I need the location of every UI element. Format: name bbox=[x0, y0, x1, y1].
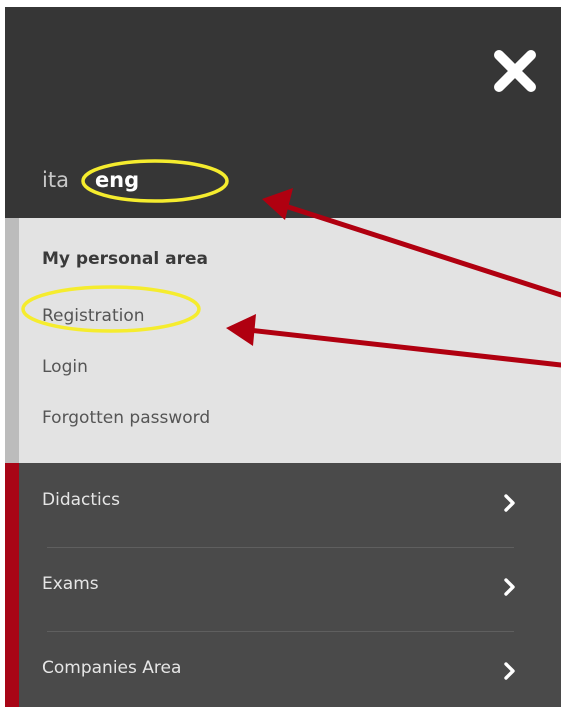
chevron-right-icon bbox=[503, 493, 517, 513]
nav-item-didactics[interactable]: Didactics bbox=[19, 463, 561, 545]
language-option-ita[interactable]: ita bbox=[42, 166, 69, 194]
close-icon bbox=[494, 50, 536, 92]
language-switcher: ita eng bbox=[42, 166, 139, 194]
registration-link[interactable]: Registration bbox=[42, 306, 145, 326]
nav-item-exams[interactable]: Exams bbox=[19, 547, 561, 629]
language-option-eng[interactable]: eng bbox=[95, 166, 139, 194]
menu-header: ita eng bbox=[5, 7, 561, 218]
chevron-right-icon bbox=[503, 577, 517, 597]
nav-item-companies-area[interactable]: Companies Area bbox=[19, 631, 561, 713]
personal-area-section: My personal area Registration Login Forg… bbox=[5, 218, 561, 463]
side-menu: ita eng My personal area Registration Log… bbox=[5, 7, 561, 707]
chevron-right-icon bbox=[503, 661, 517, 681]
personal-area-bar bbox=[5, 218, 19, 463]
forgotten-password-link[interactable]: Forgotten password bbox=[42, 408, 210, 428]
nav-item-label: Didactics bbox=[42, 490, 120, 510]
nav-item-label: Exams bbox=[42, 574, 99, 594]
nav-accent-bar bbox=[5, 463, 19, 707]
personal-area-title: My personal area bbox=[42, 249, 208, 269]
close-button[interactable] bbox=[493, 49, 537, 93]
main-nav: Didactics Exams Companies Area bbox=[5, 463, 561, 707]
nav-item-label: Companies Area bbox=[42, 658, 182, 678]
login-link[interactable]: Login bbox=[42, 357, 88, 377]
